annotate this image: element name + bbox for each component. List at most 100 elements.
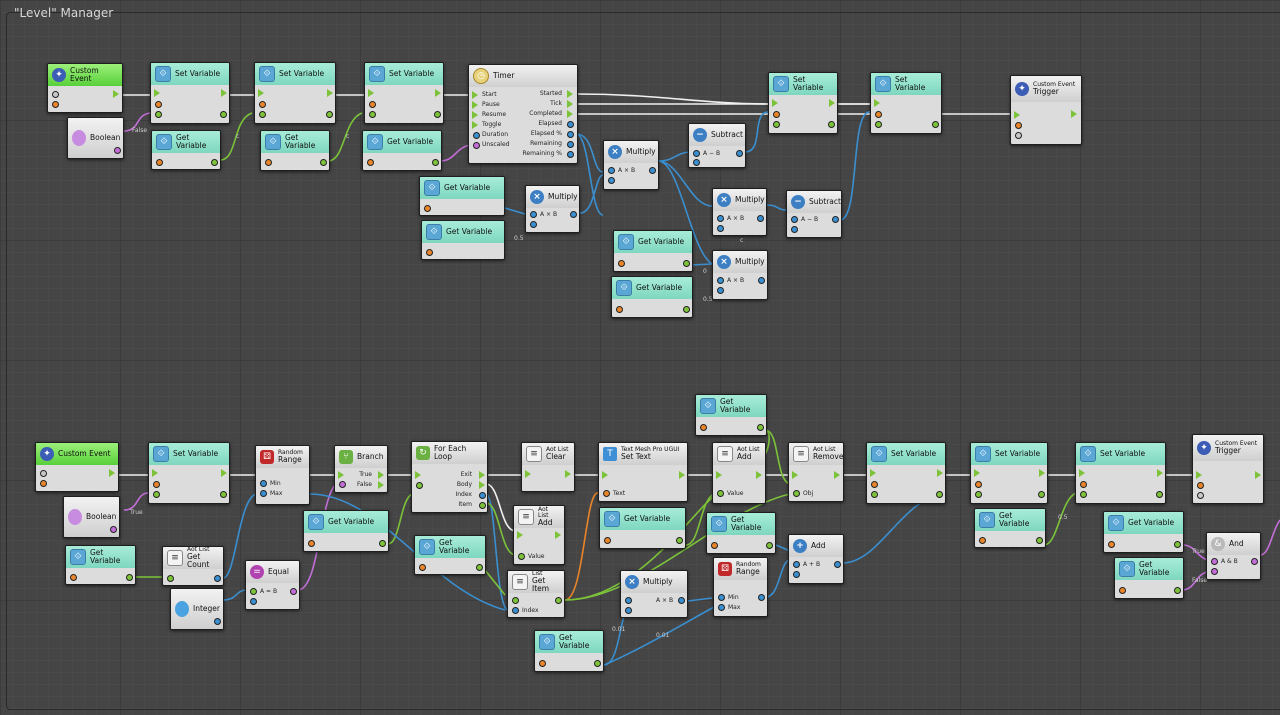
- aot-list-clear-node[interactable]: ≡ Aot List Clear: [521, 442, 575, 492]
- port[interactable]: [834, 561, 841, 568]
- port[interactable]: [40, 480, 47, 487]
- flow-in-port[interactable]: [517, 531, 523, 539]
- flow-out-port[interactable]: [479, 481, 485, 489]
- port[interactable]: [758, 594, 765, 601]
- get-variable-node[interactable]: ⟐ Get Variable: [414, 535, 486, 575]
- set-variable-node[interactable]: ⟐ Set Variable: [768, 72, 838, 134]
- set-variable-node[interactable]: ⟐ Set Variable: [866, 442, 946, 504]
- flow-out-port[interactable]: [756, 471, 762, 479]
- port[interactable]: [52, 91, 59, 98]
- port[interactable]: [1211, 558, 1218, 565]
- custom-event-trigger-node[interactable]: ✦ Custom Event Trigger: [1010, 75, 1082, 145]
- port[interactable]: [717, 490, 724, 497]
- port[interactable]: [1080, 481, 1087, 488]
- port[interactable]: [512, 597, 519, 604]
- flow-out-port[interactable]: [327, 89, 333, 97]
- port[interactable]: [1080, 491, 1087, 498]
- get-variable-node[interactable]: ⟐ Get Variable: [1114, 557, 1184, 599]
- get-variable-node[interactable]: ⟐ Get Variable: [303, 510, 389, 552]
- flow-out-port[interactable]: [567, 110, 573, 118]
- multiply-node[interactable]: × Multiply A × B: [603, 140, 659, 190]
- list-get-item-node[interactable]: ≡ List Get Item Index: [507, 570, 565, 618]
- port[interactable]: [932, 121, 939, 128]
- port[interactable]: [518, 553, 525, 560]
- aot-list-add-node[interactable]: ≡ Aot List Add Value: [712, 442, 766, 504]
- get-variable-node[interactable]: ⟐ Get Variable: [151, 130, 221, 170]
- port[interactable]: [1036, 537, 1043, 544]
- timer-node[interactable]: ◷ Timer Start Pause Resume Toggle Duratio…: [468, 64, 578, 164]
- custom-event-trigger-node[interactable]: ✦ Custom Event Trigger: [1192, 434, 1264, 504]
- port[interactable]: [369, 111, 376, 118]
- branch-node[interactable]: ⑂ Branch True False: [334, 445, 388, 493]
- set-variable-node[interactable]: ⟐ Set Variable: [970, 442, 1048, 504]
- port[interactable]: [416, 482, 423, 489]
- flow-out-port[interactable]: [937, 469, 943, 477]
- port[interactable]: [220, 491, 227, 498]
- port[interactable]: [367, 159, 374, 166]
- port[interactable]: [369, 101, 376, 108]
- port[interactable]: [70, 574, 77, 581]
- port[interactable]: [570, 211, 577, 218]
- subtract-node[interactable]: − Subtract A − B: [688, 123, 746, 168]
- flow-in-port[interactable]: [870, 469, 876, 477]
- port[interactable]: [717, 287, 724, 294]
- get-variable-node[interactable]: ⟐ Get Variable: [419, 176, 505, 216]
- port[interactable]: [339, 481, 346, 488]
- port[interactable]: [758, 277, 765, 284]
- custom-event-node[interactable]: ✦ Custom Event: [35, 442, 119, 492]
- multiply-node[interactable]: × Multiply A × B: [525, 185, 580, 233]
- flow-in-port[interactable]: [974, 469, 980, 477]
- flow-in-port[interactable]: [472, 91, 478, 99]
- port[interactable]: [979, 537, 986, 544]
- get-variable-node[interactable]: ⟐ Get Variable: [706, 512, 776, 554]
- port[interactable]: [434, 111, 441, 118]
- port[interactable]: [320, 159, 327, 166]
- port[interactable]: [512, 607, 519, 614]
- port[interactable]: [250, 588, 257, 595]
- get-variable-node[interactable]: ⟐ Get Variable: [599, 507, 686, 549]
- flow-out-port[interactable]: [378, 481, 384, 489]
- port[interactable]: [379, 540, 386, 547]
- port[interactable]: [432, 159, 439, 166]
- port[interactable]: [250, 598, 257, 605]
- port[interactable]: [473, 142, 480, 149]
- flow-in-port[interactable]: [772, 99, 778, 107]
- port[interactable]: [265, 159, 272, 166]
- flow-in-port[interactable]: [415, 471, 421, 479]
- set-variable-node[interactable]: ⟐ Set Variable: [870, 72, 942, 134]
- port[interactable]: [676, 537, 683, 544]
- flow-out-port[interactable]: [1157, 469, 1163, 477]
- port[interactable]: [259, 101, 266, 108]
- port[interactable]: [479, 502, 486, 509]
- get-variable-node[interactable]: ⟐ Get Variable: [65, 545, 136, 585]
- get-variable-node[interactable]: ⟐ Get Variable: [1103, 511, 1184, 553]
- flow-in-port[interactable]: [716, 471, 722, 479]
- get-variable-node[interactable]: ⟐ Get Variable: [613, 230, 693, 272]
- flow-in-port[interactable]: [792, 471, 798, 479]
- set-variable-node[interactable]: ⟐ Set Variable: [150, 62, 230, 124]
- custom-event-node[interactable]: ✦ Custom Event: [47, 63, 123, 113]
- flow-out-port[interactable]: [378, 471, 384, 479]
- port[interactable]: [110, 526, 117, 533]
- port[interactable]: [260, 490, 267, 497]
- port[interactable]: [52, 101, 59, 108]
- port[interactable]: [220, 111, 227, 118]
- port[interactable]: [555, 597, 562, 604]
- flow-in-port[interactable]: [602, 471, 608, 479]
- get-variable-node[interactable]: ⟐ Get Variable: [974, 508, 1046, 548]
- equal-node[interactable]: = Equal A = B: [245, 560, 300, 610]
- port[interactable]: [757, 424, 764, 431]
- flow-in-port[interactable]: [338, 471, 344, 479]
- port[interactable]: [717, 277, 724, 284]
- flow-out-port[interactable]: [435, 89, 441, 97]
- flow-in-port[interactable]: [1014, 111, 1020, 119]
- port[interactable]: [476, 564, 483, 571]
- port[interactable]: [211, 159, 218, 166]
- port[interactable]: [717, 225, 724, 232]
- port[interactable]: [683, 260, 690, 267]
- aot-list-add-node[interactable]: ≡ Aot List Add Value: [513, 505, 565, 565]
- port[interactable]: [649, 167, 656, 174]
- flow-out-port[interactable]: [113, 90, 119, 98]
- flow-in-port[interactable]: [1079, 469, 1085, 477]
- port[interactable]: [871, 491, 878, 498]
